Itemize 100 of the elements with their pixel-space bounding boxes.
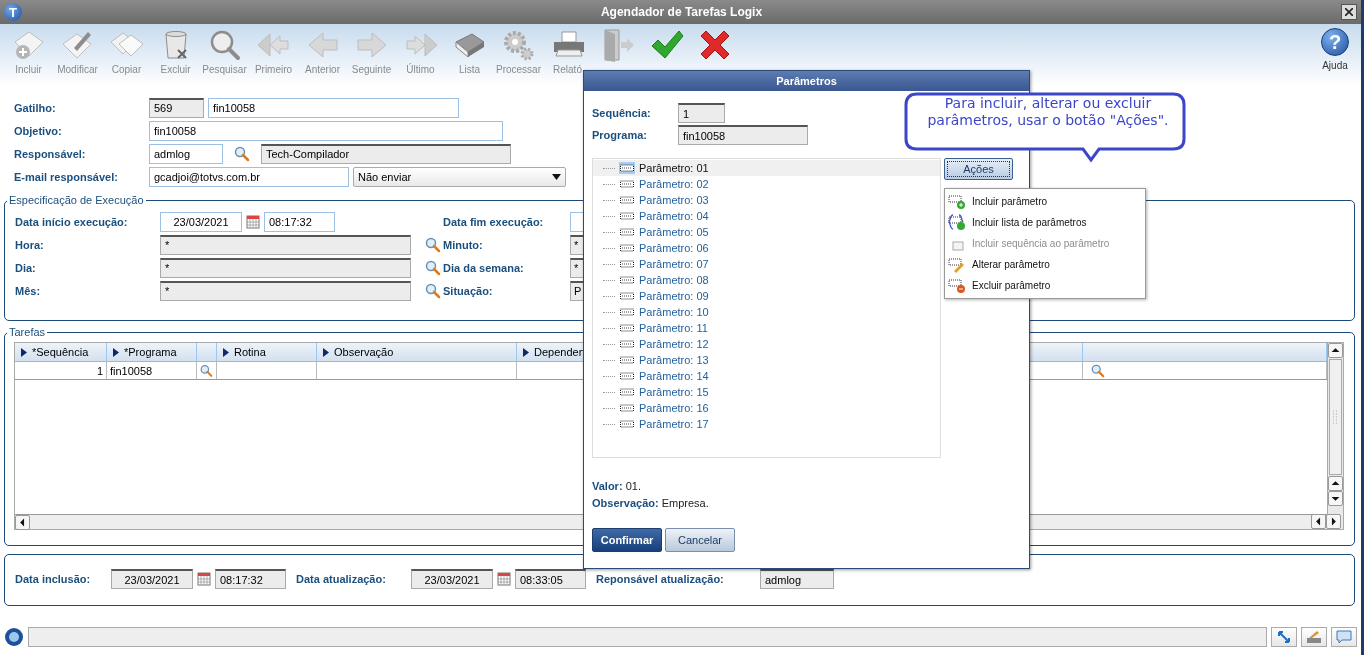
tree-item[interactable]: Parâmetro: 13 [593,352,940,368]
tree-item[interactable]: Parâmetro: 17 [593,416,940,432]
time-field: 08:33:05 [515,569,586,589]
field-label: Data início execução: [15,215,129,228]
scroll-thumb[interactable] [1329,359,1342,475]
tree-item[interactable]: Parâmetro: 16 [593,400,940,416]
search-icon[interactable] [425,259,441,276]
actions-button[interactable]: Ações [944,158,1013,180]
value-text: Valor: 01. [592,479,642,494]
parameter-icon [619,162,635,174]
tree-item[interactable]: Parâmetro: 07 [593,256,940,272]
schedule-field: * [160,257,411,278]
column-header[interactable]: Observação [317,343,517,361]
search-icon[interactable] [1091,363,1105,378]
field-label: Dia: [15,261,37,274]
parameter-icon [619,258,635,270]
callout-text: Para incluir, alterar ou excluir parâmetros, usar o botão "Ações". [926,95,1170,129]
calendar-icon[interactable] [246,214,260,229]
trigger-code-field: 569 [149,97,204,118]
field-label: Programa: [592,129,649,141]
tools-button[interactable] [1301,627,1327,647]
tree-item[interactable]: Parâmetro: 12 [593,336,940,352]
tree-item[interactable]: Parâmetro: 03 [593,192,940,208]
field-label: E-mail responsável: [14,170,119,183]
pencil-tray-icon [1306,630,1322,644]
triangle-icon [223,347,229,357]
parameter-icon [619,402,635,414]
parameter-icon [619,274,635,286]
time-field[interactable]: 08:17:32 [264,211,335,232]
window-title: Agendador de Tarefas Logix [599,5,764,19]
parameter-icon [619,354,635,366]
scroll-up-button[interactable] [1328,476,1343,491]
date-field[interactable]: 23/03/2021 [160,211,242,232]
confirm-button[interactable]: Confirmar [592,528,662,552]
tree-item[interactable]: Parâmetro: 10 [593,304,940,320]
time-field: 08:17:32 [215,569,286,589]
search-icon[interactable] [425,236,441,253]
schedule-field: * [160,280,411,301]
field-label: Situação: [443,284,494,297]
tree-item[interactable]: Parâmetro: 02 [593,176,940,192]
email-field[interactable]: gcadjoi@totvs.com.br [149,166,349,187]
field-label: Hora: [15,238,45,251]
column-header[interactable]: Rotina [217,343,317,361]
globe-icon[interactable] [4,627,24,647]
field-label: Responsável: [14,147,87,160]
tree-item[interactable]: Parâmetro: 04 [593,208,940,224]
parameter-delete-icon [948,277,966,294]
column-header[interactable]: *Sequência [15,343,107,361]
trigger-name-field[interactable]: fin10058 [208,97,459,118]
parameter-icon [619,306,635,318]
close-button[interactable] [1341,4,1357,20]
search-icon[interactable] [425,282,441,299]
parameter-icon [619,194,635,206]
scroll-right-button[interactable] [1326,514,1341,529]
speech-bubble-icon [1336,630,1352,644]
calendar-icon[interactable] [497,572,511,586]
dialog-title: Parâmetros [584,71,1029,91]
help-button[interactable]: ? Ajuda [1313,28,1357,71]
tree-item[interactable]: Parâmetro: 08 [593,272,940,288]
scroll-down-button[interactable] [1328,491,1343,506]
column-header[interactable]: *Programa [107,343,197,361]
tree-item[interactable]: Parâmetro: 01 [593,160,940,176]
menu-item[interactable]: Alterar parâmetro [945,254,1145,275]
table-cell: fin10058 [107,362,197,379]
schedule-field: * [160,234,411,255]
tree-item[interactable]: Parâmetro: 09 [593,288,940,304]
updater-field: admlog [760,569,834,589]
list-add-icon [948,214,966,231]
cancel-button[interactable]: Cancelar [665,528,735,552]
caret-icon [552,173,561,180]
search-icon[interactable] [200,362,213,379]
scroll-left-button[interactable] [1311,514,1326,529]
search-icon[interactable] [234,145,250,162]
responsible-code-field[interactable]: admlog [149,143,223,164]
parameter-icon [619,242,635,254]
diagonal-arrows-icon [1277,630,1291,644]
tree-item[interactable]: Parâmetro: 05 [593,224,940,240]
field-label: Reponsável atualização: [596,573,725,585]
tree-item[interactable]: Parâmetro: 15 [593,384,940,400]
resize-button[interactable] [1271,627,1297,647]
triangle-icon [21,347,27,357]
scroll-up-button[interactable] [1328,343,1343,358]
objective-field[interactable]: fin10058 [149,120,503,141]
scroll-left-button[interactable] [15,515,30,530]
menu-item[interactable]: Excluir parâmetro [945,275,1145,296]
panel-title: Tarefas [8,326,47,338]
date-field: 23/03/2021 [111,569,193,589]
field-label: Data inclusão: [15,573,92,585]
date-field: 23/03/2021 [411,569,493,589]
tree-item[interactable]: Parâmetro: 06 [593,240,940,256]
tree-item[interactable]: Parâmetro: 11 [593,320,940,336]
menu-item[interactable]: Incluir lista de parâmetros [945,212,1145,233]
tree-item[interactable]: Parâmetro: 14 [593,368,940,384]
message-button[interactable] [1331,627,1357,647]
notification-select[interactable]: Não enviar [353,166,566,187]
table-cell: 1 [15,362,107,379]
app-logo: T [4,3,22,21]
menu-item[interactable]: Incluir parâmetro [945,191,1145,212]
calendar-icon[interactable] [197,572,211,586]
parameter-icon [619,178,635,190]
